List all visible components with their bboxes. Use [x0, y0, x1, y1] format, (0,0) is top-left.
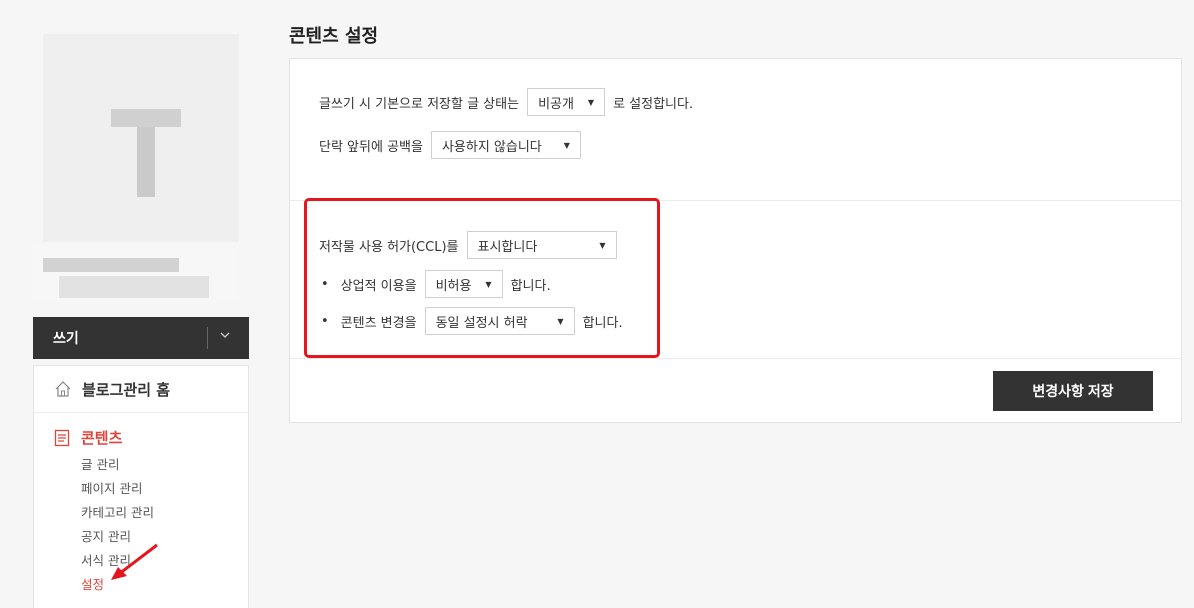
save-changes-button[interactable]: 변경사항 저장: [993, 371, 1153, 411]
bullet: •: [321, 276, 329, 292]
home-icon: [54, 380, 72, 398]
submenu-item-categories[interactable]: 카테고리 관리: [81, 501, 248, 525]
profile-placeholder-letter: [111, 109, 181, 197]
commercial-use-suffix: 합니다.: [510, 278, 551, 294]
page-title: 콘텐츠 설정: [289, 26, 379, 47]
paragraph-spacing-select[interactable]: 사용하지 않습니다 ▼: [430, 131, 581, 159]
default-status-prefix: 글쓰기 시 기본으로 저장할 글 상태는: [319, 96, 520, 112]
settings-panel: 글쓰기 시 기본으로 저장할 글 상태는 비공개 ▼ 로 설정합니다. 단락 앞…: [289, 58, 1182, 423]
content-change-prefix: 콘텐츠 변경을: [340, 315, 417, 331]
ccl-row: 저작물 사용 허가(CCL)를 표시합니다 ▼: [319, 231, 625, 259]
content-change-value: 동일 설정시 허락: [435, 315, 528, 331]
default-status-select[interactable]: 비공개 ▼: [527, 88, 606, 116]
sidebar-item-home[interactable]: 블로그관리 홈: [34, 366, 248, 413]
caret-down-icon: ▼: [599, 240, 606, 250]
ccl-value: 표시합니다: [477, 239, 538, 255]
bullet: •: [321, 313, 329, 329]
caret-down-icon: ▼: [587, 97, 595, 107]
commercial-use-prefix: 상업적 이용을: [340, 278, 417, 294]
ccl-select[interactable]: 표시합니다 ▼: [466, 231, 617, 259]
sidebar-item-content[interactable]: 콘텐츠: [34, 427, 248, 448]
default-status-suffix: 로 설정합니다.: [613, 96, 694, 112]
caret-down-icon: ▼: [563, 140, 570, 150]
settings-section-basic: 글쓰기 시 기본으로 저장할 글 상태는 비공개 ▼ 로 설정합니다. 단락 앞…: [290, 59, 1181, 201]
commercial-use-select[interactable]: 비허용 ▼: [424, 270, 503, 298]
write-button-label: 쓰기: [53, 331, 79, 347]
default-status-row: 글쓰기 시 기본으로 저장할 글 상태는 비공개 ▼ 로 설정합니다.: [319, 88, 693, 116]
sidebar-item-home-label: 블로그관리 홈: [82, 380, 171, 399]
chevron-down-icon[interactable]: [219, 329, 231, 344]
commercial-use-row: • 상업적 이용을 비허용 ▼ 합니다.: [321, 270, 551, 298]
write-button[interactable]: 쓰기: [33, 317, 249, 359]
sidebar: 쓰기 블로그관리 홈 콘텐츠 글 관리 페이지 관리 카테고리 관리 공지 관리…: [29, 0, 249, 608]
ccl-prefix: 저작물 사용 허가(CCL)를: [319, 239, 459, 255]
write-button-divider: [207, 327, 208, 349]
paragraph-spacing-prefix: 단락 앞뒤에 공백을: [319, 139, 423, 155]
content-change-select[interactable]: 동일 설정시 허락 ▼: [424, 307, 575, 335]
caret-down-icon: ▼: [485, 279, 492, 289]
document-icon: [54, 429, 70, 447]
paragraph-spacing-value: 사용하지 않습니다: [441, 139, 542, 155]
settings-section-ccl: 저작물 사용 허가(CCL)를 표시합니다 ▼ • 상업적 이용을 비허용 ▼ …: [290, 201, 1181, 359]
red-arrow-annotation: [111, 543, 158, 580]
content-change-row: • 콘텐츠 변경을 동일 설정시 허락 ▼ 합니다.: [321, 307, 623, 335]
blog-profile-image[interactable]: [43, 34, 239, 242]
caret-down-icon: ▼: [557, 316, 564, 326]
sidebar-item-content-label: 콘텐츠: [81, 429, 123, 447]
content-change-suffix: 합니다.: [582, 315, 623, 331]
default-status-value: 비공개: [538, 96, 574, 112]
submenu-item-pages[interactable]: 페이지 관리: [81, 477, 248, 501]
paragraph-spacing-row: 단락 앞뒤에 공백을 사용하지 않습니다 ▼: [319, 131, 589, 159]
commercial-use-value: 비허용: [435, 278, 472, 294]
blurred-blog-name: [43, 258, 179, 272]
submenu-item-posts[interactable]: 글 관리: [81, 453, 248, 477]
blurred-blog-address: [59, 276, 209, 298]
